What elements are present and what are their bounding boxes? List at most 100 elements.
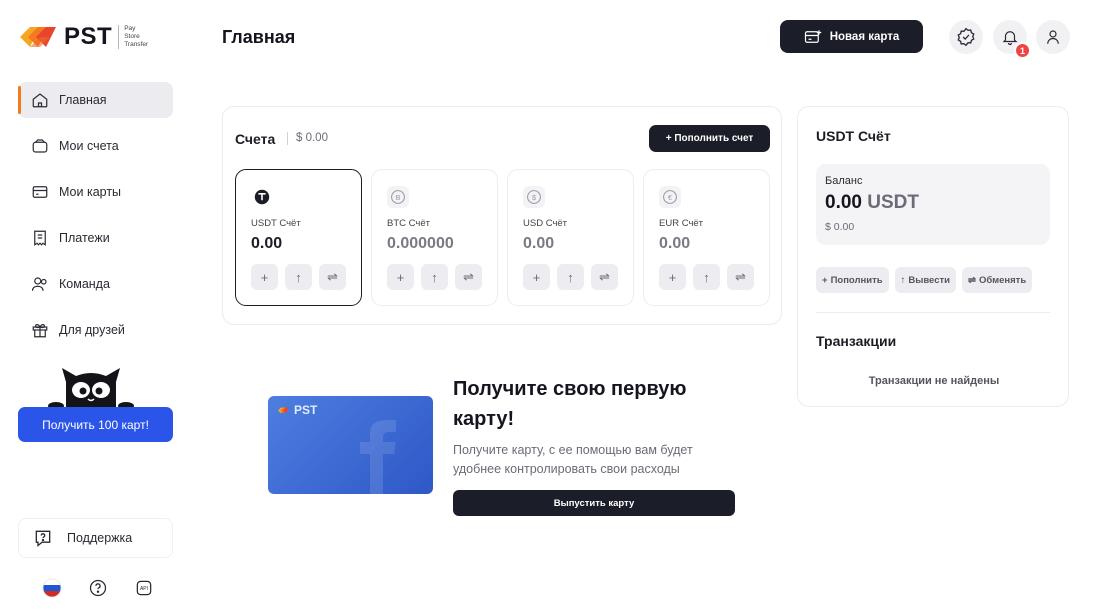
account-actions: + ↑ ⇌ [251,264,346,290]
balance-amount: 0.00 [825,192,862,213]
sidebar-item-label: Платежи [59,231,110,245]
promo-title: Получите свою первую карту! [453,378,687,430]
account-balance: 0.00 [251,235,283,252]
balance-value: 0.00 USDT [825,192,919,214]
api-icon[interactable]: API [134,578,154,598]
account-actions: + ↑ ⇌ [659,264,754,290]
sidebar-item-payments[interactable]: Платежи [18,220,173,256]
sidebar-nav: Главная Мои счета Мои карты Платежи Кома… [18,82,173,358]
arrow-up-icon: ↑ [703,269,710,285]
sidebar-item-friends[interactable]: Для друзей [18,312,173,348]
account-detail-title: USDT Счёт [816,128,891,144]
sidebar-item-label: Мои счета [59,139,119,153]
plus-icon: + [668,269,677,285]
plus-icon: + [260,269,269,285]
help-icon[interactable] [88,578,108,598]
exchange-icon: ⇌ [327,269,338,284]
promo-description: Получите карту, с ее помощью вам будет у… [453,443,693,476]
russian-flag-icon[interactable] [42,578,62,598]
sidebar: PST Pay Store Transfer Главная Мои счета… [0,0,190,614]
card-illustration: PST [268,396,433,494]
topup-label: Пополнить [830,274,883,286]
account-detail-panel: USDT Счёт Баланс 0.00 USDT $ 0.00 + Попол… [797,106,1069,407]
transactions-title: Транзакции [816,333,897,349]
home-icon [32,93,48,108]
account-name: USDT Счёт [251,218,301,229]
account-card-usdt[interactable]: USDT Счёт 0.00 + ↑ ⇌ [235,169,362,306]
sidebar-item-team[interactable]: Команда [18,266,173,302]
detail-topup-button[interactable]: + Пополнить [816,267,889,293]
sidebar-item-label: Мои карты [59,185,122,199]
account-card-usd[interactable]: $ USD Счёт 0.00 + ↑ ⇌ [507,169,634,306]
divider [287,132,288,145]
support-button[interactable]: Поддержка [18,518,173,558]
tagline-transfer: Transfer [124,41,149,48]
account-balance: 0.000000 [387,235,454,252]
plus-icon: + [822,274,828,286]
detail-exchange-button[interactable]: ⇌ Обменять [961,267,1033,293]
topup-account-button[interactable]: + Пополнить счет [649,125,770,152]
deposit-button[interactable]: + [523,264,550,290]
plus-icon: + [396,269,405,285]
deposit-button[interactable]: + [659,264,686,290]
exchange-button[interactable]: ⇌ [319,264,346,290]
svg-text:API: API [140,586,148,592]
withdraw-button[interactable]: ↑ [421,264,448,290]
new-card-button[interactable]: Новая карта [780,20,923,53]
sidebar-item-label: Команда [59,277,110,291]
withdraw-button[interactable]: ↑ [693,264,720,290]
accounts-panel: Счета $ 0.00 + Пополнить счет USDT Счёт … [222,106,782,325]
withdraw-button[interactable]: ↑ [285,264,312,290]
add-card-icon [804,29,821,43]
exchange-button[interactable]: ⇌ [455,264,482,290]
arrow-up-icon: ↑ [900,274,906,286]
svg-text:$: $ [532,193,536,202]
card-icon [32,186,48,198]
sidebar-item-label: Главная [59,93,107,107]
account-actions: + ↑ ⇌ [523,264,618,290]
get-100-cards-button[interactable]: Получить 100 карт! [18,407,173,442]
sidebar-item-cards[interactable]: Мои карты [18,174,173,210]
svg-text:B: B [396,193,401,202]
plus-icon: + [532,269,541,285]
btc-icon: B [387,186,409,208]
sidebar-item-accounts[interactable]: Мои счета [18,128,173,164]
divider [816,312,1050,313]
account-actions: + ↑ ⇌ [387,264,482,290]
account-card-eur[interactable]: € EUR Счёт 0.00 + ↑ ⇌ [643,169,770,306]
gift-icon [32,324,48,338]
arrow-up-icon: ↑ [431,269,438,285]
withdraw-button[interactable]: ↑ [557,264,584,290]
notification-count-badge: 1 [1014,42,1031,59]
topup-label: Пополнить счет [674,133,754,144]
exchange-button[interactable]: ⇌ [727,264,754,290]
arrow-up-icon: ↑ [295,269,302,285]
new-card-label: Новая карта [829,30,900,43]
exchange-label: Обменять [978,274,1027,286]
card-watermark-icon [360,420,396,494]
verification-button[interactable] [949,20,983,54]
account-name: BTC Счёт [387,218,430,229]
sidebar-item-home[interactable]: Главная [18,82,173,118]
balance-usd: $ 0.00 [825,221,855,233]
notifications-button[interactable]: 1 [993,20,1031,59]
logo[interactable]: PST Pay Store Transfer [18,22,148,52]
user-icon [1047,30,1059,44]
wallet-icon [32,139,48,153]
issue-card-button[interactable]: Выпустить карту [453,490,735,516]
support-chat-icon [35,530,51,547]
exchange-button[interactable]: ⇌ [591,264,618,290]
account-card-btc[interactable]: B BTC Счёт 0.000000 + ↑ ⇌ [371,169,498,306]
deposit-button[interactable]: + [387,264,414,290]
usd-icon: $ [523,186,545,208]
verified-badge-icon [957,27,975,47]
account-name: USD Счёт [523,218,568,229]
tagline-pay: Pay [124,25,136,32]
receipt-icon [34,230,46,246]
sidebar-footer: API [42,578,154,598]
deposit-button[interactable]: + [251,264,278,290]
eur-icon: € [659,186,681,208]
detail-withdraw-button[interactable]: ↑ Вывести [894,267,956,293]
profile-button[interactable] [1036,20,1070,54]
balance-currency: USDT [867,192,919,213]
